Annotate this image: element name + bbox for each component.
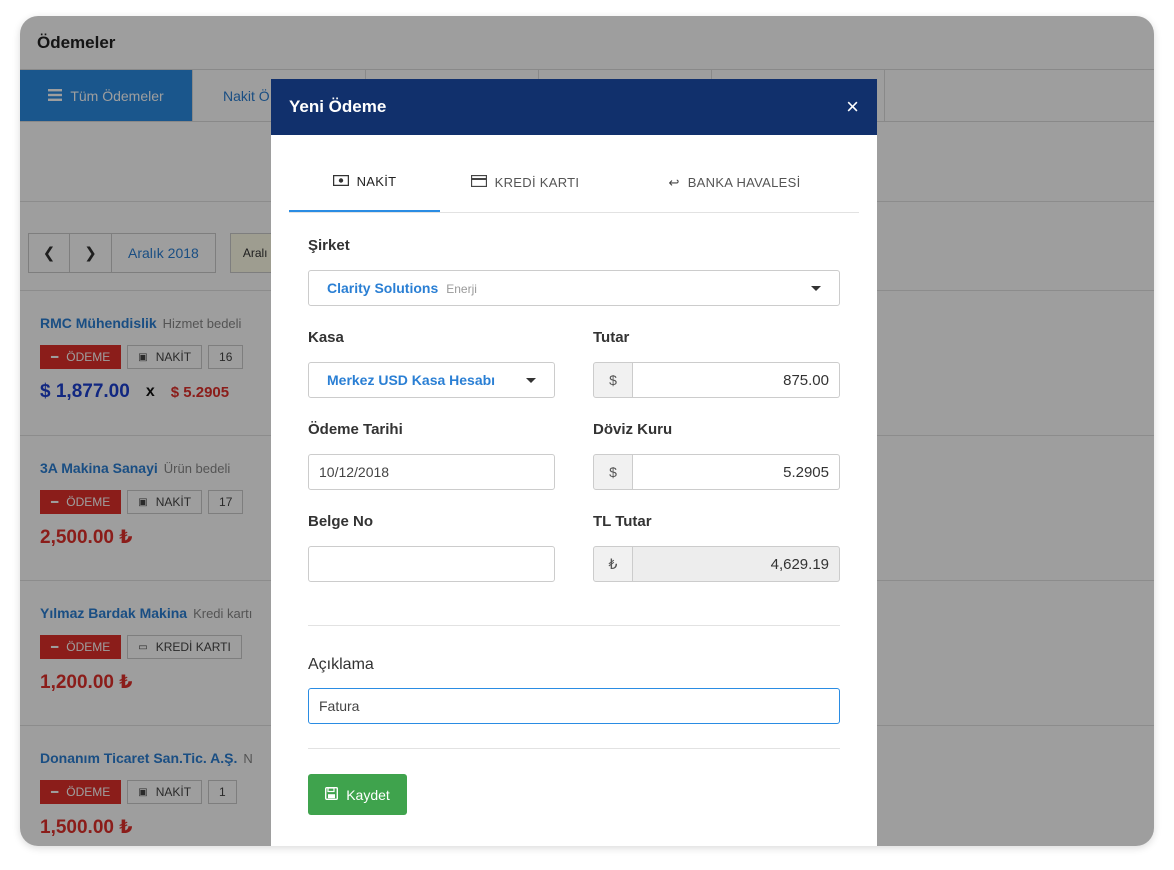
dollar-addon: $ xyxy=(593,362,633,398)
exchange-rate-label: Döviz Kuru xyxy=(593,421,673,438)
amount-input[interactable]: 875.00 xyxy=(633,362,840,398)
description-input[interactable]: Fatura xyxy=(308,688,840,724)
amount-label: Tutar xyxy=(593,329,630,346)
divider xyxy=(308,625,840,626)
close-icon[interactable]: × xyxy=(846,94,859,120)
cash-icon xyxy=(332,174,349,189)
company-select[interactable]: Clarity Solutions Enerji xyxy=(308,270,840,306)
new-payment-modal: Yeni Ödeme × NAKİT KREDİ KARTI ↩ BANKA H… xyxy=(271,79,877,846)
divider xyxy=(308,748,840,749)
modal-header: Yeni Ödeme × xyxy=(271,79,877,135)
reply-all-icon: ↩ xyxy=(668,174,680,190)
app-window: Ödemeler Tüm Ödemeler Nakit Ö ❮ ❯ Aralık… xyxy=(20,16,1154,846)
lira-addon: ₺ xyxy=(593,546,633,582)
tl-amount-readonly: 4,629.19 xyxy=(633,546,840,582)
date-label: Ödeme Tarihi xyxy=(308,421,403,438)
tab-bank-transfer-method[interactable]: ↩ BANKA HAVALESİ xyxy=(610,153,859,212)
tab-credit-card-method[interactable]: KREDİ KARTI xyxy=(440,153,610,212)
description-label: Açıklama xyxy=(308,656,374,673)
dollar-addon: $ xyxy=(593,454,633,490)
tl-amount-label: TL Tutar xyxy=(593,513,652,530)
amount-field[interactable]: $ 875.00 xyxy=(593,362,840,398)
modal-title: Yeni Ödeme xyxy=(289,97,387,116)
document-no-input[interactable] xyxy=(308,546,555,582)
date-input[interactable]: 10/12/2018 xyxy=(308,454,555,490)
document-no-label: Belge No xyxy=(308,513,374,530)
tab-cash-method[interactable]: NAKİT xyxy=(289,153,440,212)
company-label: Şirket xyxy=(308,237,350,254)
cashbox-label: Kasa xyxy=(308,329,344,346)
exchange-rate-field[interactable]: $ 5.2905 xyxy=(593,454,840,490)
tl-amount-field: ₺ 4,629.19 xyxy=(593,546,840,582)
credit-card-icon xyxy=(470,174,487,190)
cashbox-select[interactable]: Merkez USD Kasa Hesabı xyxy=(308,362,555,398)
save-icon xyxy=(325,786,339,803)
payment-method-tabs: NAKİT KREDİ KARTI ↩ BANKA HAVALESİ xyxy=(289,153,859,213)
save-button[interactable]: Kaydet xyxy=(308,774,407,815)
caret-down-icon xyxy=(811,285,821,291)
caret-down-icon xyxy=(526,377,536,383)
exchange-rate-input[interactable]: 5.2905 xyxy=(633,454,840,490)
